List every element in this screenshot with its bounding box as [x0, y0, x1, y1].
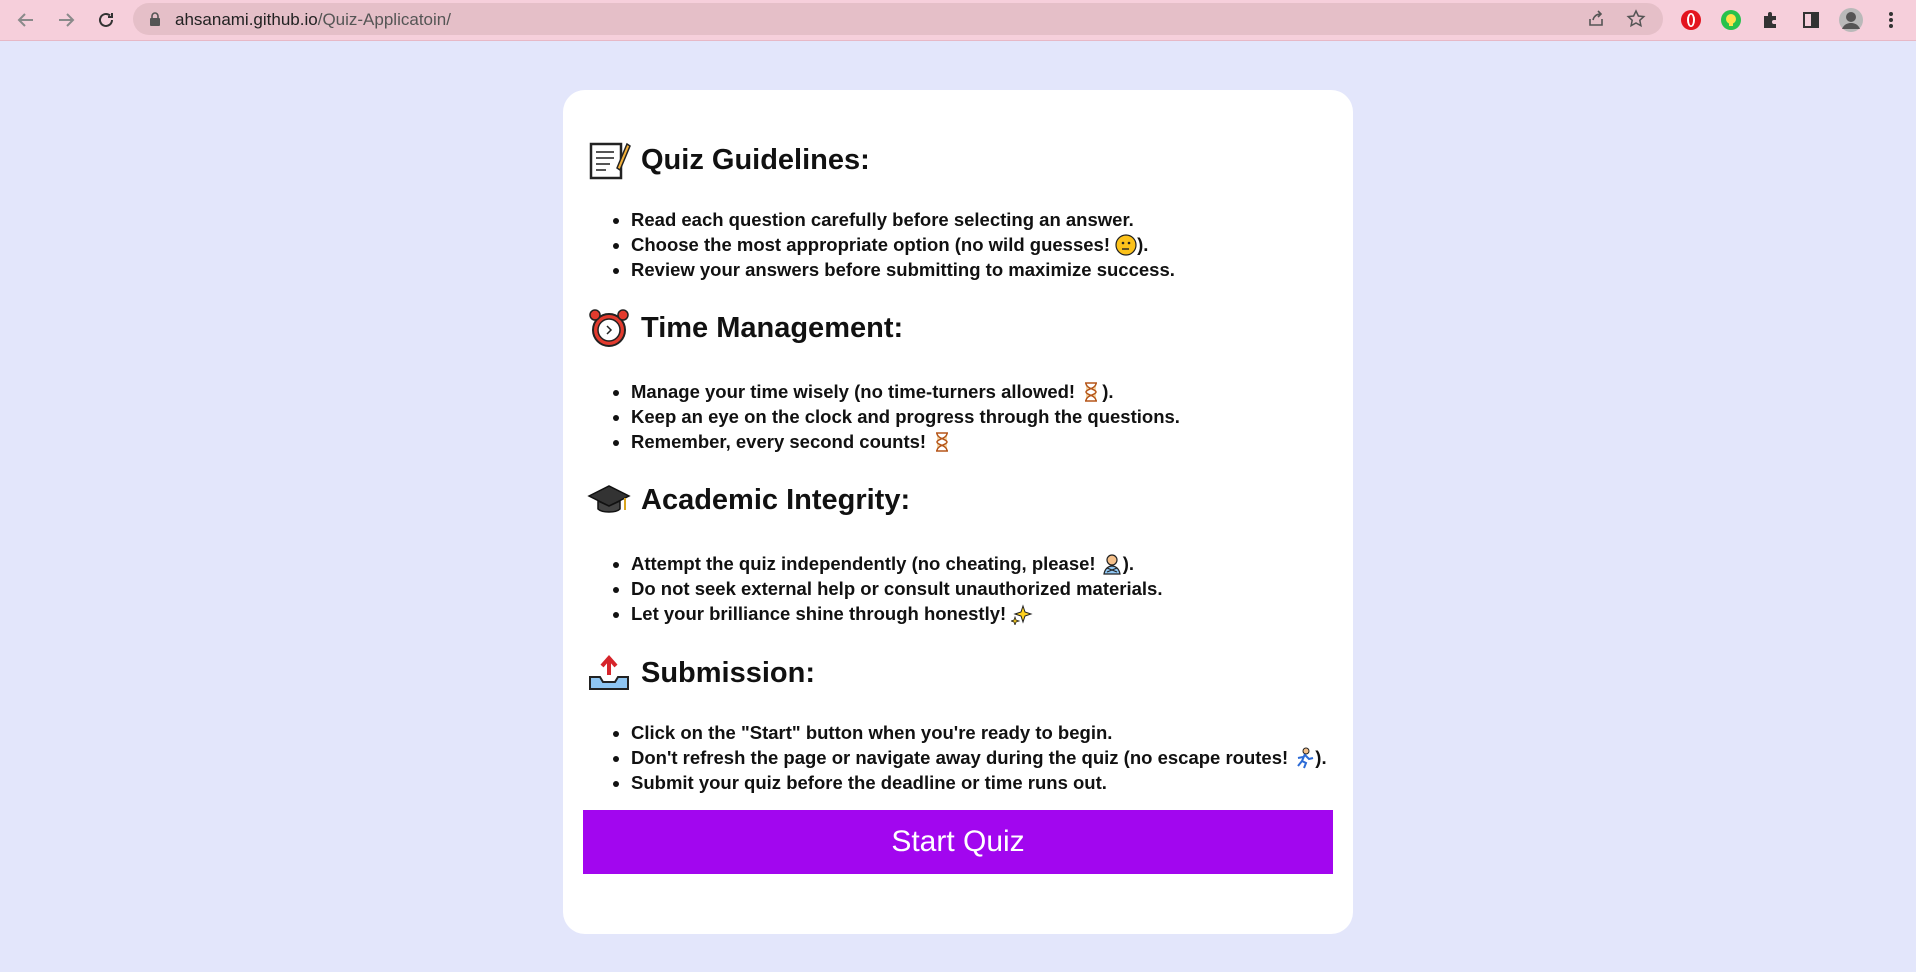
section-submission-title: Submission:	[587, 651, 815, 695]
puzzle-extensions-icon[interactable]	[1758, 7, 1784, 33]
quiz-guidelines-list: Read each question carefully before sele…	[607, 207, 1351, 282]
list-item: Submit your quiz before the deadline or …	[631, 770, 1351, 795]
running-person-icon	[1297, 747, 1314, 769]
opera-extension-icon[interactable]	[1678, 7, 1704, 33]
section-title-text: Academic Integrity:	[641, 483, 911, 516]
share-icon[interactable]	[1585, 8, 1607, 30]
section-title-text: Time Management:	[641, 311, 904, 344]
quiz-guidelines-card: Quiz Guidelines: Read each question care…	[563, 90, 1353, 934]
rule-suffix: ).	[1137, 234, 1149, 255]
url-host: ahsanami.github.io	[175, 10, 318, 29]
list-item: Don't refresh the page or navigate away …	[631, 745, 1351, 770]
rule-text: Choose the most appropriate option (no w…	[631, 234, 1116, 255]
list-item: Let your brilliance shine through honest…	[631, 601, 1351, 626]
hourglass-icon	[1085, 382, 1098, 402]
section-quiz-guidelines-title: Quiz Guidelines:	[587, 138, 870, 182]
hourglass-icon	[936, 432, 949, 452]
list-item: Attempt the quiz independently (no cheat…	[631, 551, 1351, 576]
section-time-management-title: Time Management:	[587, 306, 903, 350]
browser-menu-icon[interactable]	[1878, 7, 1904, 33]
list-item: Remember, every second counts!	[631, 429, 1351, 454]
url-text: ahsanami.github.io/Quiz-Applicatoin/	[175, 10, 451, 30]
back-button[interactable]	[12, 6, 40, 34]
list-item: Choose the most appropriate option (no w…	[631, 232, 1351, 257]
rule-suffix: ).	[1122, 553, 1135, 574]
section-academic-integrity-title: Academic Integrity:	[587, 478, 910, 522]
memo-icon	[589, 142, 631, 180]
reload-button[interactable]	[92, 6, 120, 34]
arrow-right-icon	[59, 13, 75, 27]
alarm-clock-icon	[589, 309, 629, 347]
rule-text: Read each question carefully before sele…	[631, 209, 1134, 230]
rule-text: Click on the "Start" button when you're …	[631, 722, 1113, 743]
rule-text: Review your answers before submitting to…	[631, 259, 1175, 280]
bookmark-star-icon[interactable]	[1625, 8, 1647, 30]
rule-text: Remember, every second counts!	[631, 431, 932, 452]
rule-text: Keep an eye on the clock and progress th…	[631, 406, 1180, 427]
url-path: /Quiz-Applicatoin/	[317, 10, 451, 29]
rule-text: Attempt the quiz independently (no cheat…	[631, 553, 1101, 574]
list-item: Manage your time wisely (no time-turners…	[631, 379, 1351, 404]
rule-suffix: ).	[1315, 747, 1327, 768]
arrow-left-icon	[17, 13, 33, 27]
profile-avatar-icon[interactable]	[1838, 7, 1864, 33]
rule-suffix: ).	[1102, 381, 1114, 402]
time-management-list: Manage your time wisely (no time-turners…	[607, 379, 1351, 454]
reload-icon	[99, 12, 113, 27]
rule-text: Submit your quiz before the deadline or …	[631, 772, 1107, 793]
thinking-face-icon	[1115, 234, 1137, 256]
outbox-tray-icon	[589, 654, 629, 690]
lock-icon	[150, 12, 160, 26]
forward-button[interactable]	[52, 6, 80, 34]
person-gesturing-no-icon	[1103, 554, 1121, 575]
browser-toolbar: ahsanami.github.io/Quiz-Applicatoin/	[0, 0, 1916, 41]
section-title-text: Submission:	[641, 656, 816, 689]
section-title-text: Quiz Guidelines:	[641, 143, 870, 176]
rule-text: Manage your time wisely (no time-turners…	[631, 381, 1081, 402]
list-item: Read each question carefully before sele…	[631, 207, 1351, 232]
academic-integrity-list: Attempt the quiz independently (no cheat…	[607, 551, 1351, 626]
list-item: Keep an eye on the clock and progress th…	[631, 404, 1351, 429]
list-item: Review your answers before submitting to…	[631, 257, 1351, 282]
submission-list: Click on the "Start" button when you're …	[607, 720, 1351, 795]
rule-text: Let your brilliance shine through honest…	[631, 603, 1012, 624]
start-quiz-button[interactable]: Start Quiz	[583, 810, 1333, 874]
graduation-cap-icon	[587, 485, 631, 513]
rule-text: Don't refresh the page or navigate away …	[631, 747, 1294, 768]
address-bar[interactable]: ahsanami.github.io/Quiz-Applicatoin/	[133, 3, 1663, 35]
lightbulb-extension-icon[interactable]	[1718, 7, 1744, 33]
sparkles-icon	[1011, 604, 1033, 625]
list-item: Click on the "Start" button when you're …	[631, 720, 1351, 745]
rule-text: Do not seek external help or consult una…	[631, 578, 1163, 599]
side-panel-icon[interactable]	[1798, 7, 1824, 33]
list-item: Do not seek external help or consult una…	[631, 576, 1351, 601]
